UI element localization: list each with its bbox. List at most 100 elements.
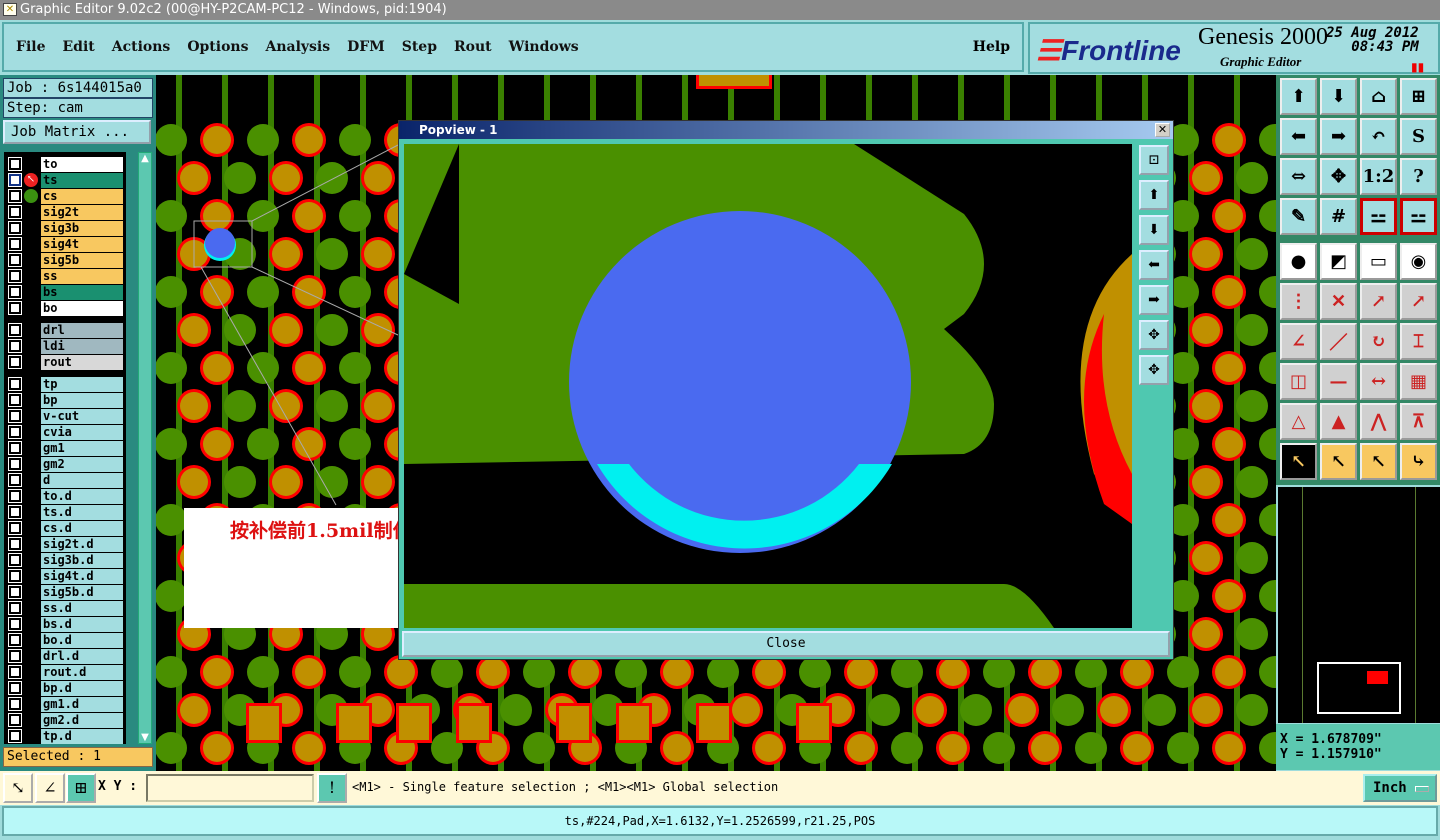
layer-checkbox[interactable] (8, 633, 22, 647)
layer-row-bs[interactable]: bs (4, 284, 126, 300)
layer-checkbox[interactable] (8, 729, 22, 743)
layer-name[interactable]: ss (41, 269, 123, 284)
layer-checkbox[interactable] (8, 205, 22, 219)
layer-name[interactable]: ts.d (41, 505, 123, 520)
layer-checkbox[interactable] (8, 521, 22, 535)
layer-checkbox[interactable] (8, 441, 22, 455)
layer-checkbox[interactable] (8, 457, 22, 471)
layer-row-drl.d[interactable]: drl.d (4, 648, 126, 664)
pad-select-icon[interactable]: ◉ (1400, 243, 1437, 280)
zoom-fit-icon[interactable]: ⇔ (1280, 158, 1317, 195)
layer-checkbox[interactable] (8, 569, 22, 583)
layer-checkbox[interactable] (8, 253, 22, 267)
zoom-center-icon[interactable]: ✥ (1320, 158, 1357, 195)
layer-checkbox[interactable] (8, 355, 22, 369)
layer-row-sig3b[interactable]: sig3b (4, 220, 126, 236)
layer-name[interactable]: gm1.d (41, 697, 123, 712)
line-cut-icon[interactable]: — (1320, 363, 1357, 400)
layer-checkbox[interactable] (8, 601, 22, 615)
layer-row-sig4t.d[interactable]: sig4t.d (4, 568, 126, 584)
layer-name[interactable]: cs.d (41, 521, 123, 536)
layer-checkbox[interactable] (8, 649, 22, 663)
layer-name[interactable]: sig4t.d (41, 569, 123, 584)
angle-line-icon[interactable]: ∠ (1280, 323, 1317, 360)
menu-file[interactable]: File (16, 39, 45, 55)
layer-row-sig2t[interactable]: sig2t (4, 204, 126, 220)
layer-checkbox[interactable] (8, 537, 22, 551)
menu-windows[interactable]: Windows (509, 39, 579, 55)
layer-name[interactable]: d (41, 473, 123, 488)
layer-row-to[interactable]: to (4, 156, 126, 172)
help-icon[interactable]: ? (1400, 158, 1437, 195)
layer-checkbox[interactable] (8, 553, 22, 567)
line-move-icon[interactable]: ／ (1320, 323, 1357, 360)
layer-name[interactable]: sig4t (41, 237, 123, 252)
layer-row-bs.d[interactable]: bs.d (4, 616, 126, 632)
job-matrix-button[interactable]: Job Matrix ... (3, 120, 151, 144)
popview-title-bar[interactable]: Popview - 1 (399, 121, 1173, 139)
move-right-icon[interactable]: ➡ (1320, 118, 1357, 155)
layer-row-drl[interactable]: drl (4, 322, 126, 338)
zoom-home-icon[interactable]: ⊡ (1139, 145, 1169, 175)
layer-name[interactable]: bs (41, 285, 123, 300)
layer-checkbox[interactable] (8, 473, 22, 487)
layer-name[interactable]: sig2t (41, 205, 123, 220)
route-select-icon[interactable]: ⤷ (1400, 443, 1437, 480)
layer-name[interactable]: bo.d (41, 633, 123, 648)
zoom-down-icon[interactable]: ⬇ (1139, 215, 1169, 245)
delete-icon[interactable]: ✕ (1320, 283, 1357, 320)
layer-name[interactable]: bo (41, 301, 123, 316)
snap-tools-icon[interactable]: ✎ (1280, 198, 1317, 235)
layer-checkbox[interactable] (8, 339, 22, 353)
layer-name[interactable]: sig3b.d (41, 553, 123, 568)
layer-name[interactable]: ss.d (41, 601, 123, 616)
layer-row-bo.d[interactable]: bo.d (4, 632, 126, 648)
layer-checkbox[interactable] (8, 505, 22, 519)
layer-name[interactable]: rout (41, 355, 123, 370)
triangle-3-icon[interactable]: ⋀ (1360, 403, 1397, 440)
move-point-icon[interactable]: ↗ (1360, 283, 1397, 320)
layer-checkbox[interactable] (8, 269, 22, 283)
triangle-2-icon[interactable]: ▲ (1320, 403, 1357, 440)
angle-snap-icon[interactable]: ∠ (35, 773, 65, 803)
select-feature-icon[interactable]: ● (1280, 243, 1317, 280)
layer-row-sig5b[interactable]: sig5b (4, 252, 126, 268)
dimension-icon[interactable]: ↔ (1360, 363, 1397, 400)
menu-step[interactable]: Step (402, 39, 437, 55)
layer-checkbox[interactable] (8, 189, 22, 203)
layer-name[interactable]: rout.d (41, 665, 123, 680)
unit-select[interactable]: Inch (1363, 774, 1437, 802)
menu-options[interactable]: Options (187, 39, 248, 55)
layer-row-cvia[interactable]: cvia (4, 424, 126, 440)
layer-name[interactable]: tp.d (41, 729, 123, 744)
xy-input[interactable] (146, 774, 314, 802)
layer-row-cs.d[interactable]: cs.d (4, 520, 126, 536)
layer-checkbox[interactable] (8, 173, 22, 187)
select-area-icon[interactable]: ◩ (1320, 243, 1357, 280)
layer-checkbox[interactable] (8, 237, 22, 251)
layer-row-tp[interactable]: tp (4, 376, 126, 392)
grid-xy-icon[interactable]: ⊞ (1400, 78, 1437, 115)
layer-list-scrollbar[interactable]: ▲ ▼ (138, 152, 152, 744)
move-left-icon[interactable]: ⬅ (1280, 118, 1317, 155)
move-down-icon[interactable]: ⬇ (1320, 78, 1357, 115)
layer-name[interactable]: sig3b (41, 221, 123, 236)
layer-name[interactable]: drl.d (41, 649, 123, 664)
menu-edit[interactable]: Edit (62, 39, 94, 55)
move-up-icon[interactable]: ⬆ (1280, 78, 1317, 115)
pan-right-icon[interactable]: ➡ (1139, 285, 1169, 315)
layer-row-v-cut[interactable]: v-cut (4, 408, 126, 424)
layer-name[interactable]: cs (41, 189, 123, 204)
zoom-window-icon[interactable]: ⤡ (3, 773, 33, 803)
select-box-icon[interactable]: ↖ (1320, 443, 1357, 480)
layer-row-cs[interactable]: cs (4, 188, 126, 204)
measure-icon[interactable]: ▭ (1360, 243, 1397, 280)
layer-name[interactable]: to.d (41, 489, 123, 504)
layer-name[interactable]: tp (41, 377, 123, 392)
overview-map[interactable] (1278, 487, 1440, 723)
layer-name[interactable]: sig5b (41, 253, 123, 268)
layer-name[interactable]: sig5b.d (41, 585, 123, 600)
layer-row-d[interactable]: d (4, 472, 126, 488)
layer-row-sig2t.d[interactable]: sig2t.d (4, 536, 126, 552)
layer-name[interactable]: bp.d (41, 681, 123, 696)
